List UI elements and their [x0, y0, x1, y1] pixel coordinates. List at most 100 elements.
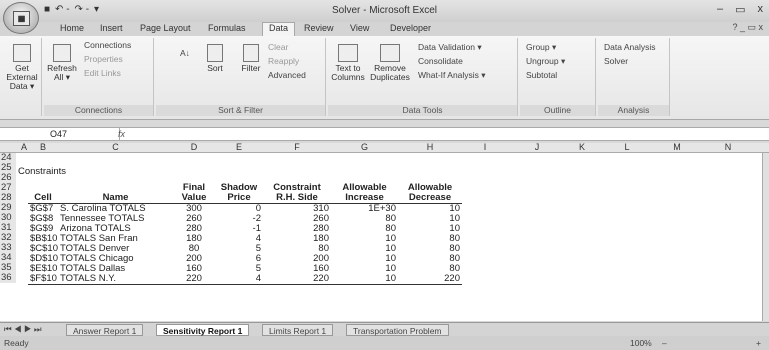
maximize-button[interactable]: ▭	[735, 3, 745, 16]
connections-button[interactable]: Connections	[84, 40, 131, 50]
clear-button[interactable]: Clear	[268, 42, 288, 52]
col-header[interactable]: B	[28, 142, 58, 152]
sheet-tabs: ⏮ ◀ ▶ ⏭ Answer Report 1 Sensitivity Repo…	[0, 322, 769, 336]
window-title: Solver - Microsoft Excel	[331, 5, 438, 16]
title-bar: ■ ↶ - ↷ - ▾ Solver - Microsoft Excel – ▭…	[0, 0, 769, 22]
col-header[interactable]: C	[58, 142, 173, 152]
get-external-data-button[interactable]: Get External Data ▾	[4, 44, 40, 91]
edit-links-button[interactable]: Edit Links	[84, 68, 121, 78]
minimize-button[interactable]: –	[717, 3, 723, 16]
ungroup-button[interactable]: Ungroup ▾	[526, 56, 565, 67]
close-button[interactable]: x	[758, 3, 764, 16]
sort-filter-group-label: Sort & Filter	[156, 105, 325, 116]
sort-button[interactable]: Sort	[204, 44, 226, 73]
consolidate-button[interactable]: Consolidate	[418, 56, 463, 66]
col-header[interactable]: H	[398, 142, 462, 152]
text-to-columns-button[interactable]: Text to Columns	[330, 44, 366, 82]
tab-review[interactable]: Review	[304, 23, 334, 33]
cell-shadow[interactable]: 4	[215, 274, 261, 284]
name-box[interactable]: O47	[0, 128, 120, 141]
cell-final[interactable]: 220	[173, 274, 215, 284]
table-bottom-line	[28, 284, 462, 285]
refresh-icon	[53, 44, 71, 62]
analysis-group-label: Analysis	[598, 105, 669, 116]
office-button[interactable]: ▦	[3, 2, 39, 34]
tab-page-layout[interactable]: Page Layout	[140, 23, 191, 33]
header-cell: Cell	[34, 192, 52, 203]
filter-icon	[243, 44, 259, 62]
group-data-tools: Text to Columns Remove Duplicates Data V…	[328, 38, 518, 116]
cell-ref[interactable]: $F$10	[30, 274, 57, 284]
data-tools-group-label: Data Tools	[328, 105, 517, 116]
tab-home[interactable]: Home	[60, 23, 84, 33]
reapply-button[interactable]: Reapply	[268, 56, 299, 66]
tab-transportation-problem[interactable]: Transportation Problem	[346, 324, 449, 336]
col-header[interactable]: A	[20, 142, 28, 152]
get-external-data-label: Get External Data ▾	[6, 63, 38, 91]
col-header[interactable]: N	[698, 142, 758, 152]
fx-icon[interactable]: fx	[118, 128, 125, 141]
sort-label: Sort	[207, 63, 223, 73]
cell-name[interactable]: TOTALS N.Y.	[60, 274, 116, 284]
column-headers: A B C D E F G H I J K L M N	[0, 142, 769, 153]
properties-button[interactable]: Properties	[84, 54, 123, 64]
zoom-out-button[interactable]: –	[662, 338, 667, 348]
cell-shadow[interactable]: 6	[215, 254, 261, 264]
outline-group-label: Outline	[520, 105, 595, 116]
cell-decrease[interactable]: 220	[398, 274, 460, 284]
group-button[interactable]: Group ▾	[526, 42, 556, 53]
group-connections: Refresh All ▾ Connections Properties Edi…	[44, 38, 154, 116]
remove-duplicates-button[interactable]: Remove Duplicates	[370, 44, 410, 82]
window-controls: – ▭ x	[717, 3, 763, 16]
tab-limits-report[interactable]: Limits Report 1	[262, 324, 334, 336]
cell-increase[interactable]: 10	[331, 274, 396, 284]
header-name: Name	[102, 192, 129, 203]
sheet-nav-arrows[interactable]: ⏮ ◀ ▶ ⏭	[4, 324, 42, 335]
data-validation-button[interactable]: Data Validation ▾	[418, 42, 482, 53]
tab-insert[interactable]: Insert	[100, 23, 123, 33]
filter-button[interactable]: Filter	[238, 44, 264, 73]
text-to-columns-label: Text to Columns	[331, 63, 365, 82]
col-header[interactable]: M	[656, 142, 698, 152]
tab-formulas[interactable]: Formulas	[208, 23, 246, 33]
col-header[interactable]: F	[263, 142, 331, 152]
zoom-in-button[interactable]: +	[756, 338, 761, 348]
tab-data[interactable]: Data	[262, 22, 296, 36]
zoom-level[interactable]: 100%	[630, 338, 652, 348]
row-header[interactable]: 36	[0, 273, 16, 283]
col-header[interactable]: E	[215, 142, 263, 152]
refresh-all-label: Refresh All ▾	[47, 63, 77, 82]
cell-shadow[interactable]: 5	[215, 264, 261, 274]
cell-shadow[interactable]: 5	[215, 244, 261, 254]
cell-shadow[interactable]: 4	[215, 234, 261, 244]
col-header[interactable]: J	[508, 142, 566, 152]
data-analysis-button[interactable]: Data Analysis	[604, 42, 656, 52]
col-header[interactable]: G	[331, 142, 398, 152]
solver-button[interactable]: Solver	[604, 56, 628, 66]
advanced-button[interactable]: Advanced	[268, 70, 306, 80]
sort-asc-button[interactable]: A↓	[180, 48, 190, 58]
cell-rhs[interactable]: 220	[263, 274, 329, 284]
status-bar: Ready 100% – +	[0, 336, 769, 350]
help-controls[interactable]: ? _ ▭ x	[732, 22, 763, 33]
tab-answer-report[interactable]: Answer Report 1	[66, 324, 144, 336]
group-outline: Group ▾ Ungroup ▾ Subtotal Outline	[520, 38, 596, 116]
col-header[interactable]: I	[462, 142, 508, 152]
subtotal-button[interactable]: Subtotal	[526, 70, 557, 80]
tab-developer[interactable]: Developer	[390, 23, 431, 33]
office-logo-icon: ▦	[13, 11, 30, 26]
remove-duplicates-label: Remove Duplicates	[370, 63, 410, 82]
refresh-all-button[interactable]: Refresh All ▾	[46, 44, 78, 82]
col-header[interactable]: L	[598, 142, 656, 152]
col-header[interactable]: D	[173, 142, 215, 152]
tab-view[interactable]: View	[350, 23, 369, 33]
tab-sensitivity-report[interactable]: Sensitivity Report 1	[156, 324, 250, 336]
col-header[interactable]: K	[566, 142, 598, 152]
sort-icon	[207, 44, 223, 62]
header-decrease: Decrease	[408, 192, 452, 203]
status-ready: Ready	[4, 338, 29, 348]
what-if-analysis-button[interactable]: What-If Analysis ▾	[418, 70, 486, 81]
spreadsheet-grid[interactable]: 24 25 26 27 28 29 30 31 32 33 34 35 36 C…	[0, 153, 769, 321]
vertical-scrollbar[interactable]	[762, 153, 769, 321]
cell-shadow[interactable]: -1	[215, 224, 261, 234]
